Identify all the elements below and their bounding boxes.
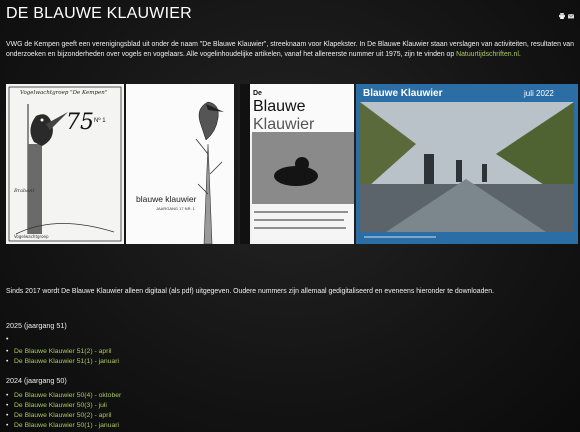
svg-text:Brabant: Brabant [13,188,35,194]
page: DE BLAUWE KLAUWIER VWG de Kempen geeft e… [0,0,580,432]
issue-link[interactable]: De Blauwe Klauwier 50(4) - oktober [6,391,121,401]
issue-list-2025: De Blauwe Klauwier 51(2) - april De Blau… [6,347,119,367]
toolbar [559,13,574,19]
digital-note: Sinds 2017 wordt De Blauwe Klauwier alle… [6,288,494,295]
issue-list-2024: De Blauwe Klauwier 50(4) - oktober De Bl… [6,391,121,431]
intro-paragraph: VWG de Kempen geeft een verenigingsblad … [6,40,574,60]
cover-1975-title: Vogelwachtgroep "De Kempen" [20,90,108,96]
year-heading-2024: 2024 (jaargang 50) [6,376,67,385]
empty-bullet: • [6,336,9,343]
email-icon[interactable] [568,13,574,19]
cover-1975-number: 75 [66,110,94,135]
issue-link[interactable]: De Blauwe Klauwier 50(3) - juli [6,401,121,411]
cover-1975[interactable]: Brabant Vogelwachtgroep Vogelwachtgroep … [6,84,124,244]
svg-text:Vogelwachtgroep: Vogelwachtgroep [14,234,49,239]
natuurtijdschriften-link[interactable]: Natuurtijdschriften.nl [456,51,519,58]
cover-grebe[interactable]: De Blauwe Klauwier [240,84,354,244]
intro-end: . [518,51,521,58]
cover-juli-2022-photo [356,84,578,244]
issue-link[interactable]: De Blauwe Klauwier 50(1) - januari [6,421,121,431]
cover-1975-illustration: Brabant Vogelwachtgroep [8,86,122,242]
cover-grebe-title-1: De [253,90,262,97]
cover-grebe-title-3: Klauwier [253,116,315,133]
cover-jaargang-17-sub: JAARGANG 17 NR. 1 [156,206,195,211]
issue-link[interactable]: De Blauwe Klauwier 51(2) - april [6,347,119,357]
cover-jaargang-17[interactable]: blauwe klauwier JAARGANG 17 NR. 1 [126,84,238,244]
cover-1975-issue: Nº 1 [94,118,106,124]
issue-link[interactable]: De Blauwe Klauwier 51(1) - januari [6,357,119,367]
cover-juli-2022-date: juli 2022 [524,89,554,98]
print-icon[interactable] [559,13,565,19]
cover-gallery: Brabant Vogelwachtgroep Vogelwachtgroep … [6,84,580,244]
cover-juli-2022-title: Blauwe Klauwier [363,88,443,99]
cover-jaargang-17-title: blauwe klauwier [136,194,197,204]
year-heading-2025: 2025 (jaargang 51) [6,321,67,330]
cover-jaargang-17-illustration [195,84,238,244]
header: DE BLAUWE KLAUWIER [6,5,574,27]
cover-juli-2022[interactable]: Blauwe Klauwier juli 2022 [356,84,578,244]
page-title: DE BLAUWE KLAUWIER [6,5,192,22]
issue-link[interactable]: De Blauwe Klauwier 50(2) - april [6,411,121,421]
cover-grebe-title-2: Blauwe [253,98,306,115]
